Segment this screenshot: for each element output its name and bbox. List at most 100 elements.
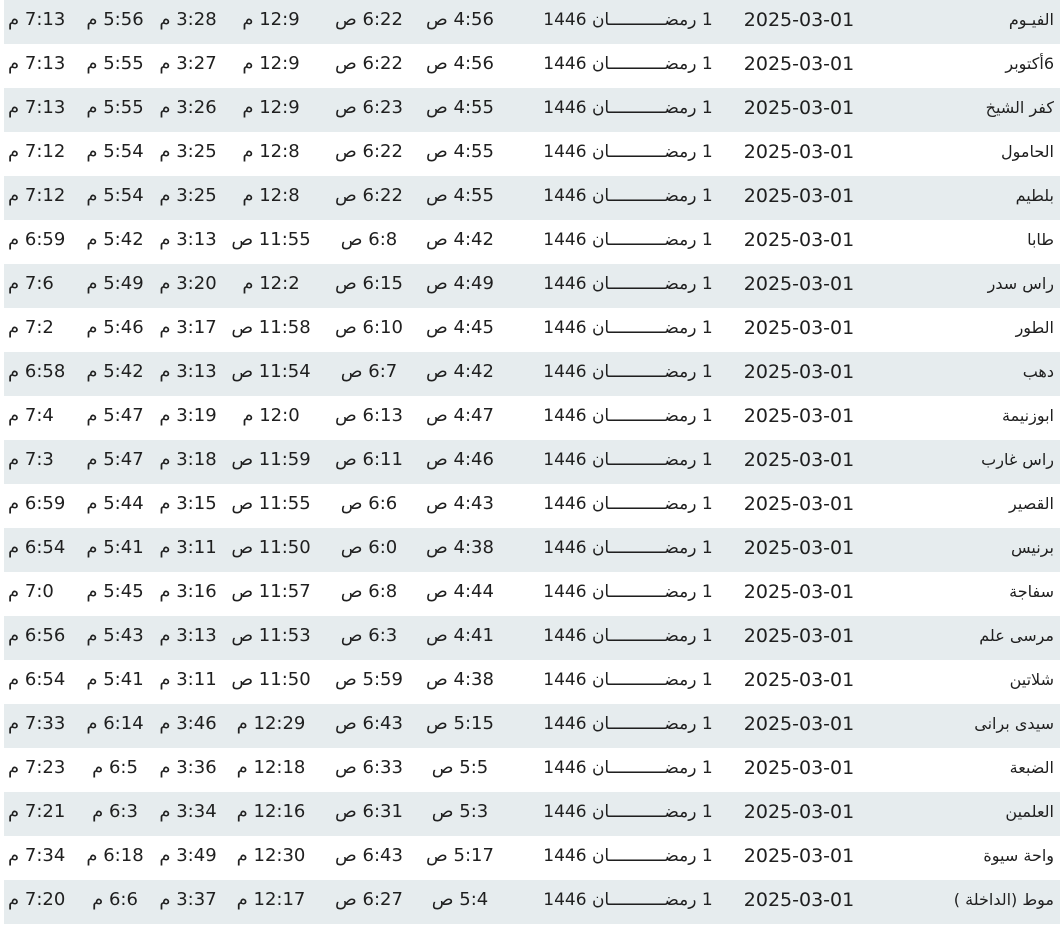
gregorian-date-cell: 2025-03-01 bbox=[743, 581, 855, 603]
sunrise-time-cell: 6:8 ص bbox=[340, 229, 398, 250]
table-row: سفاجة 2025-03-01 1 رمضـــــــــــان 1446 4:… bbox=[4, 572, 1060, 616]
hijri-date-cell: 1 رمضـــــــــــان 1446 bbox=[543, 318, 713, 338]
gregorian-date-cell: 2025-03-01 bbox=[743, 493, 855, 515]
prayer-times-table: الفيـوم 2025-03-01 1 رمضـــــــــــان 1446… bbox=[4, 0, 1060, 924]
gregorian-date-cell: 2025-03-01 bbox=[743, 537, 855, 559]
sunrise-time-cell: 6:33 ص bbox=[335, 757, 403, 778]
city-cell: طابا bbox=[1027, 230, 1054, 249]
fajr-time-cell: 4:55 ص bbox=[426, 185, 494, 206]
fajr-time-cell: 5:15 ص bbox=[426, 713, 494, 734]
asr-time-cell: 3:20 م bbox=[159, 273, 217, 294]
hijri-date-cell: 1 رمضـــــــــــان 1446 bbox=[543, 186, 713, 206]
isha-time-cell: 7:3 م bbox=[8, 449, 54, 470]
fajr-time-cell: 4:56 ص bbox=[426, 9, 494, 30]
dhuhr-time-cell: 12:9 م bbox=[242, 97, 300, 118]
dhuhr-time-cell: 12:0 م bbox=[242, 405, 300, 426]
fajr-time-cell: 5:5 ص bbox=[431, 757, 489, 778]
sunrise-time-cell: 6:3 ص bbox=[340, 625, 398, 646]
table-row: كفر الشيخ 2025-03-01 1 رمضـــــــــــان 14… bbox=[4, 88, 1060, 132]
asr-time-cell: 3:26 م bbox=[159, 97, 217, 118]
asr-time-cell: 3:13 م bbox=[159, 229, 217, 250]
maghrib-time-cell: 5:54 م bbox=[86, 185, 144, 206]
gregorian-date-cell: 2025-03-01 bbox=[743, 713, 855, 735]
gregorian-date-cell: 2025-03-01 bbox=[743, 669, 855, 691]
fajr-time-cell: 5:3 ص bbox=[431, 801, 489, 822]
sunrise-time-cell: 6:8 ص bbox=[340, 581, 398, 602]
city-cell: القصير bbox=[1009, 494, 1054, 513]
city-cell: موط (الداخلة ) bbox=[953, 890, 1054, 909]
city-cell: الطور bbox=[1015, 318, 1054, 337]
gregorian-date-cell: 2025-03-01 bbox=[743, 405, 855, 427]
isha-time-cell: 7:2 م bbox=[8, 317, 54, 338]
sunrise-time-cell: 6:13 ص bbox=[335, 405, 403, 426]
gregorian-date-cell: 2025-03-01 bbox=[743, 625, 855, 647]
sunrise-time-cell: 6:22 ص bbox=[335, 53, 403, 74]
dhuhr-time-cell: 11:54 ص bbox=[231, 361, 311, 382]
maghrib-time-cell: 5:46 م bbox=[86, 317, 144, 338]
table-row: برنيس 2025-03-01 1 رمضـــــــــــان 1446 4:… bbox=[4, 528, 1060, 572]
maghrib-time-cell: 6:5 م bbox=[92, 757, 138, 778]
maghrib-time-cell: 5:47 م bbox=[86, 449, 144, 470]
asr-time-cell: 3:34 م bbox=[159, 801, 217, 822]
isha-time-cell: 6:58 م bbox=[8, 361, 66, 382]
gregorian-date-cell: 2025-03-01 bbox=[743, 273, 855, 295]
asr-time-cell: 3:17 م bbox=[159, 317, 217, 338]
dhuhr-time-cell: 11:57 ص bbox=[231, 581, 311, 602]
fajr-time-cell: 4:38 ص bbox=[426, 537, 494, 558]
asr-time-cell: 3:13 م bbox=[159, 361, 217, 382]
gregorian-date-cell: 2025-03-01 bbox=[743, 229, 855, 251]
maghrib-time-cell: 5:56 م bbox=[86, 9, 144, 30]
maghrib-time-cell: 6:3 م bbox=[92, 801, 138, 822]
isha-time-cell: 7:13 م bbox=[8, 97, 66, 118]
city-cell: دهب bbox=[1022, 362, 1054, 381]
sunrise-time-cell: 6:22 ص bbox=[335, 185, 403, 206]
table-row: ابوزنيمة 2025-03-01 1 رمضـــــــــــان 144… bbox=[4, 396, 1060, 440]
dhuhr-time-cell: 12:30 م bbox=[236, 845, 306, 866]
hijri-date-cell: 1 رمضـــــــــــان 1446 bbox=[543, 802, 713, 822]
gregorian-date-cell: 2025-03-01 bbox=[743, 185, 855, 207]
fajr-time-cell: 4:45 ص bbox=[426, 317, 494, 338]
hijri-date-cell: 1 رمضـــــــــــان 1446 bbox=[543, 98, 713, 118]
isha-time-cell: 6:54 م bbox=[8, 669, 66, 690]
city-cell: بلطيم bbox=[1015, 186, 1054, 205]
sunrise-time-cell: 6:22 ص bbox=[335, 141, 403, 162]
table-row: دهب 2025-03-01 1 رمضـــــــــــان 1446 4:42… bbox=[4, 352, 1060, 396]
city-cell: مرسى علم bbox=[979, 626, 1054, 645]
asr-time-cell: 3:11 م bbox=[159, 537, 217, 558]
dhuhr-time-cell: 11:59 ص bbox=[231, 449, 311, 470]
dhuhr-time-cell: 11:50 ص bbox=[231, 537, 311, 558]
isha-time-cell: 7:33 م bbox=[8, 713, 66, 734]
sunrise-time-cell: 6:6 ص bbox=[340, 493, 398, 514]
sunrise-time-cell: 6:15 ص bbox=[335, 273, 403, 294]
fajr-time-cell: 5:4 ص bbox=[431, 889, 489, 910]
gregorian-date-cell: 2025-03-01 bbox=[743, 9, 855, 31]
asr-time-cell: 3:15 م bbox=[159, 493, 217, 514]
city-cell: 6أكتوبر bbox=[1005, 54, 1054, 73]
maghrib-time-cell: 5:54 م bbox=[86, 141, 144, 162]
isha-time-cell: 6:56 م bbox=[8, 625, 66, 646]
maghrib-time-cell: 5:47 م bbox=[86, 405, 144, 426]
city-cell: راس غارب bbox=[981, 450, 1054, 469]
hijri-date-cell: 1 رمضـــــــــــان 1446 bbox=[543, 362, 713, 382]
hijri-date-cell: 1 رمضـــــــــــان 1446 bbox=[543, 406, 713, 426]
isha-time-cell: 7:4 م bbox=[8, 405, 54, 426]
maghrib-time-cell: 6:14 م bbox=[86, 713, 144, 734]
isha-time-cell: 7:0 م bbox=[8, 581, 54, 602]
table-row: الحامول 2025-03-01 1 رمضـــــــــــان 1446… bbox=[4, 132, 1060, 176]
fajr-time-cell: 4:49 ص bbox=[426, 273, 494, 294]
asr-time-cell: 3:37 م bbox=[159, 889, 217, 910]
hijri-date-cell: 1 رمضـــــــــــان 1446 bbox=[543, 494, 713, 514]
city-cell: برنيس bbox=[1011, 538, 1054, 557]
asr-time-cell: 3:28 م bbox=[159, 9, 217, 30]
asr-time-cell: 3:49 م bbox=[159, 845, 217, 866]
gregorian-date-cell: 2025-03-01 bbox=[743, 889, 855, 911]
asr-time-cell: 3:25 م bbox=[159, 141, 217, 162]
fajr-time-cell: 4:44 ص bbox=[426, 581, 494, 602]
asr-time-cell: 3:36 م bbox=[159, 757, 217, 778]
fajr-time-cell: 4:42 ص bbox=[426, 361, 494, 382]
table-row: الضبعة 2025-03-01 1 رمضـــــــــــان 1446 5… bbox=[4, 748, 1060, 792]
hijri-date-cell: 1 رمضـــــــــــان 1446 bbox=[543, 538, 713, 558]
table-row: 6أكتوبر 2025-03-01 1 رمضـــــــــــان 1446… bbox=[4, 44, 1060, 88]
hijri-date-cell: 1 رمضـــــــــــان 1446 bbox=[543, 714, 713, 734]
maghrib-time-cell: 5:55 م bbox=[86, 97, 144, 118]
